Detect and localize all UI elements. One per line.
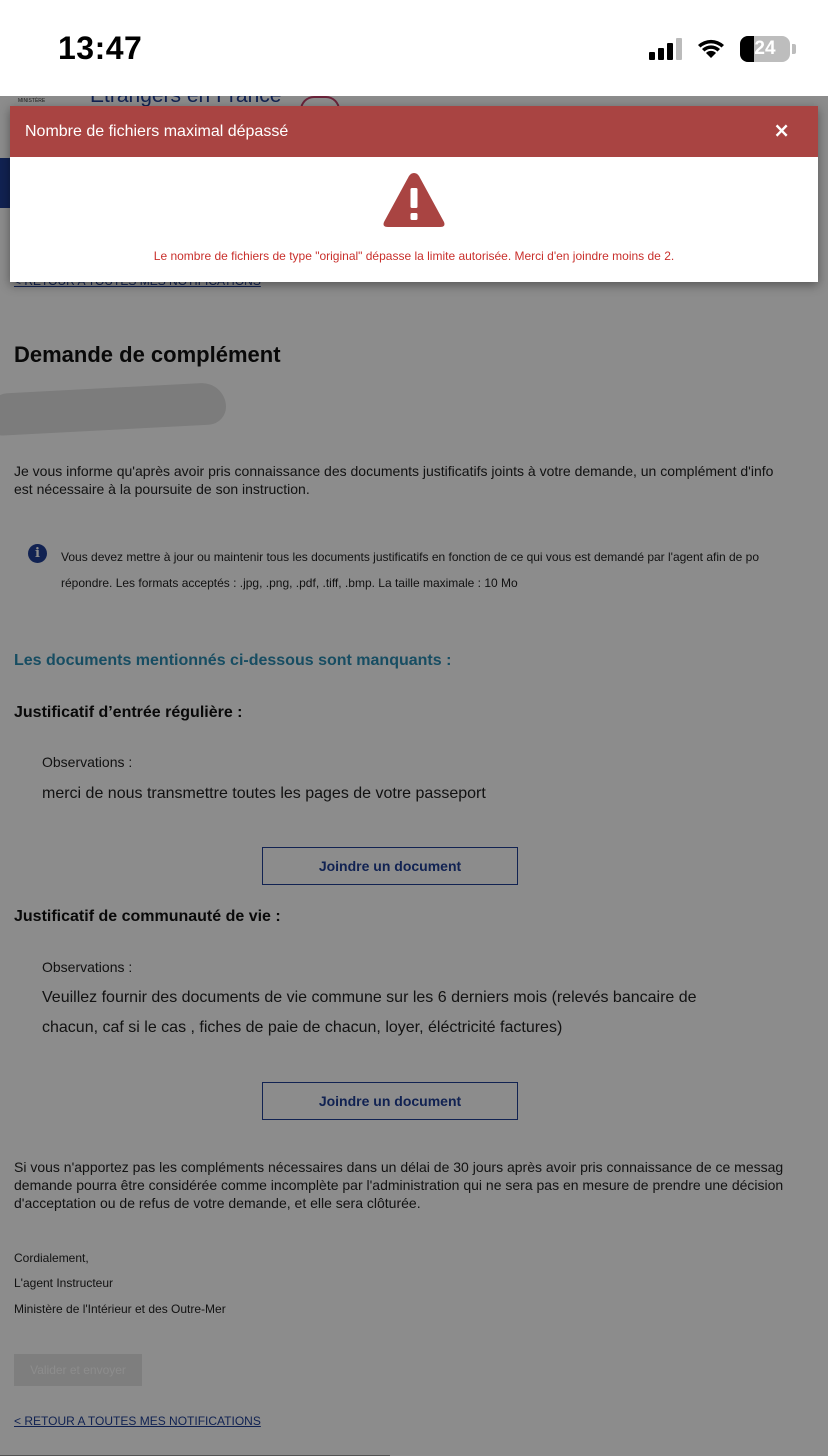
modal-header: Nombre de fichiers maximal dépassé × (10, 106, 818, 157)
status-bar: 13:47 24 (0, 0, 828, 96)
battery-icon: 24 (740, 36, 790, 62)
modal-message: Le nombre de fichiers de type "original"… (153, 249, 675, 263)
wifi-icon (698, 39, 724, 58)
modal-backdrop[interactable] (0, 96, 828, 1456)
status-icons: 24 (649, 36, 796, 62)
battery-percentage: 24 (754, 38, 776, 59)
battery-tip (792, 44, 796, 54)
cellular-signal-icon (649, 38, 682, 60)
modal-title: Nombre de fichiers maximal dépassé (25, 122, 289, 140)
warning-triangle-icon (383, 173, 445, 227)
close-icon[interactable]: × (773, 119, 790, 141)
status-time: 13:47 (58, 30, 143, 66)
error-modal: Nombre de fichiers maximal dépassé × Le … (10, 106, 818, 282)
